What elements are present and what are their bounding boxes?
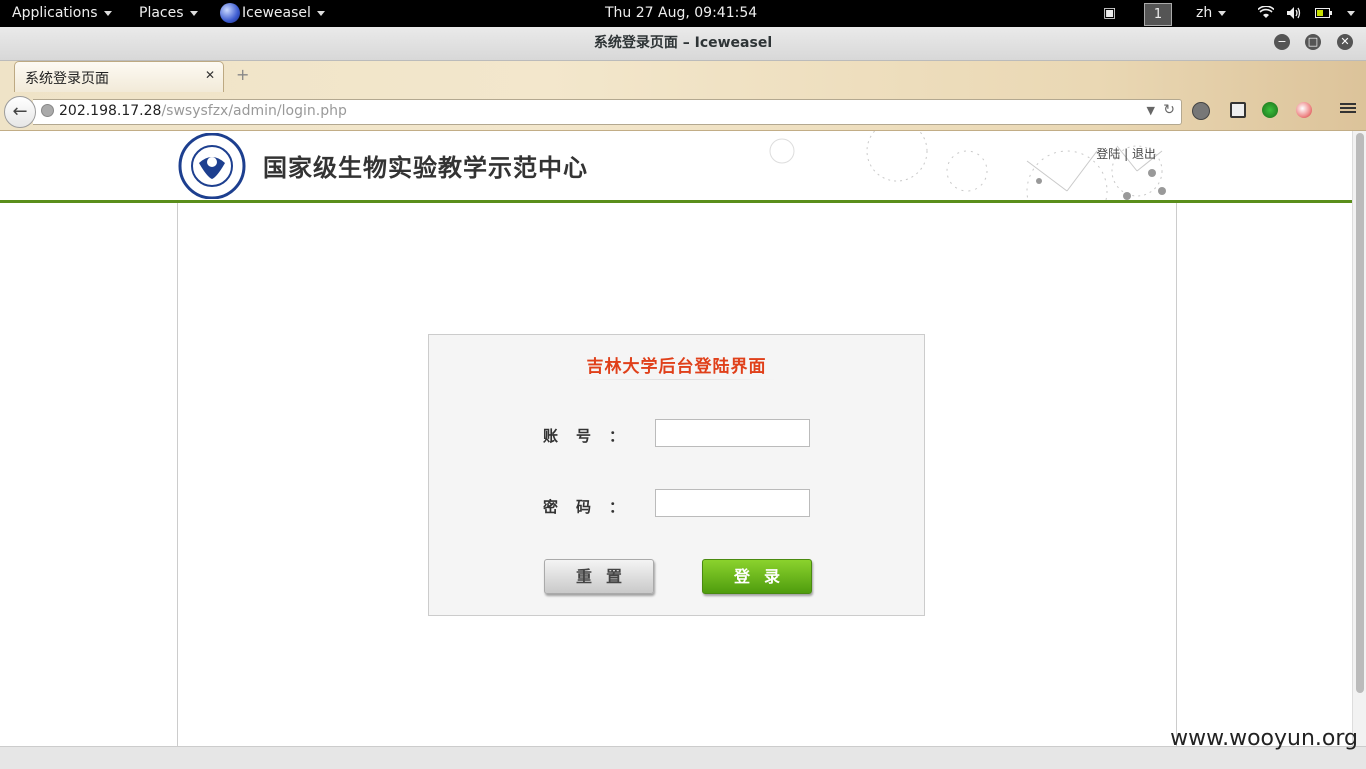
login-link[interactable]: 登陆	[1096, 147, 1120, 161]
tab-label: 系统登录页面	[25, 71, 109, 87]
account-label: 账号：	[543, 425, 624, 446]
password-colon: ：	[609, 498, 625, 516]
url-path: /swsysfzx/admin/login.php	[161, 103, 347, 119]
account-input[interactable]	[655, 419, 810, 447]
status-bar	[0, 746, 1366, 769]
applications-label: Applications	[12, 5, 98, 21]
title-underline	[576, 379, 776, 380]
account-colon: ：	[609, 427, 625, 445]
iceweasel-icon	[220, 3, 240, 23]
window-titlebar: 系统登录页面 – Iceweasel − □ ✕	[0, 27, 1366, 61]
url-bar[interactable]: 202.198.17.28/swsysfzx/admin/login.php ▼…	[33, 99, 1182, 125]
tab-login[interactable]: 系统登录页面 ✕	[14, 61, 224, 92]
workspace-indicator[interactable]: 1	[1144, 3, 1172, 26]
language-label: zh	[1196, 5, 1213, 21]
login-panel: 吉林大学后台登陆界面 账号： 密码： 重置 登录	[428, 334, 925, 616]
login-button[interactable]: 登录	[702, 559, 812, 594]
volume-icon	[1287, 7, 1301, 19]
history-dropdown-icon[interactable]: ▼	[1147, 104, 1155, 117]
globe-icon	[41, 104, 54, 117]
arrow-left-icon: ←	[12, 101, 28, 122]
clock[interactable]: Thu 27 Aug, 09:41:54	[605, 0, 757, 27]
browser-toolbar: 系统登录页面 ✕ + 202.198.17.28/swsysfzx/admin/…	[0, 61, 1366, 131]
places-menu[interactable]: Places	[139, 0, 198, 27]
university-logo	[178, 133, 246, 199]
reset-button[interactable]: 重置	[544, 559, 654, 594]
login-title: 吉林大学后台登陆界面	[586, 357, 767, 377]
camera-icon[interactable]: ▣	[1103, 0, 1116, 27]
status-icon[interactable]	[1262, 102, 1278, 118]
window-title: 系统登录页面 – Iceweasel	[593, 35, 773, 51]
workspace-number: 1	[1153, 7, 1163, 22]
battery-icon	[1314, 8, 1332, 18]
system-status-menu[interactable]	[1257, 0, 1356, 27]
dandelion-decoration	[769, 131, 1166, 201]
applications-menu[interactable]: Applications	[12, 0, 112, 27]
site-title: 国家级生物实验教学示范中心	[263, 154, 588, 182]
site-header: 国家级生物实验教学示范中心 登陆 | 退出	[177, 131, 1176, 201]
password-label: 密码：	[543, 496, 624, 517]
wifi-icon	[1257, 5, 1275, 18]
chevron-down-icon	[316, 10, 325, 16]
addon-icon[interactable]	[1192, 102, 1210, 120]
tab-close-icon[interactable]: ✕	[205, 68, 215, 82]
watermark: www.wooyun.org	[1170, 726, 1358, 751]
extension-icon[interactable]	[1296, 102, 1312, 118]
close-button[interactable]: ✕	[1337, 34, 1353, 50]
menu-icon[interactable]	[1340, 101, 1356, 115]
password-label-text: 密码	[543, 498, 610, 516]
reload-icon[interactable]: ↻	[1163, 102, 1175, 118]
system-top-bar: Applications Places Iceweasel Thu 27 Aug…	[0, 0, 1366, 27]
link-separator: |	[1124, 147, 1129, 161]
reader-icon[interactable]	[1230, 102, 1246, 118]
top-links: 登陆 | 退出	[1096, 145, 1156, 162]
maximize-button[interactable]: □	[1305, 34, 1321, 50]
minimize-button[interactable]: −	[1274, 34, 1290, 50]
chevron-down-icon	[189, 10, 198, 16]
web-page: 国家级生物实验教学示范中心 登陆 | 退出 吉林大学后台登陆界面 账号： 密码：…	[0, 131, 1352, 746]
places-label: Places	[139, 5, 184, 21]
url-text: 202.198.17.28/swsysfzx/admin/login.php	[59, 103, 347, 119]
chevron-down-icon	[103, 10, 112, 16]
new-tab-button[interactable]: +	[236, 67, 249, 83]
url-host: 202.198.17.28	[59, 103, 162, 119]
scrollbar-thumb[interactable]	[1356, 133, 1364, 693]
app-menu-label: Iceweasel	[242, 5, 311, 21]
language-menu[interactable]: zh	[1196, 0, 1227, 27]
password-input[interactable]	[655, 489, 810, 517]
chevron-down-icon	[1218, 10, 1227, 16]
scrollbar[interactable]	[1352, 131, 1366, 746]
back-button[interactable]: ←	[4, 96, 36, 128]
account-label-text: 账号	[543, 427, 610, 445]
clock-label: Thu 27 Aug, 09:41:54	[605, 5, 758, 21]
logout-link[interactable]: 退出	[1132, 147, 1156, 161]
app-menu[interactable]: Iceweasel	[220, 0, 325, 27]
chevron-down-icon	[1347, 10, 1356, 16]
